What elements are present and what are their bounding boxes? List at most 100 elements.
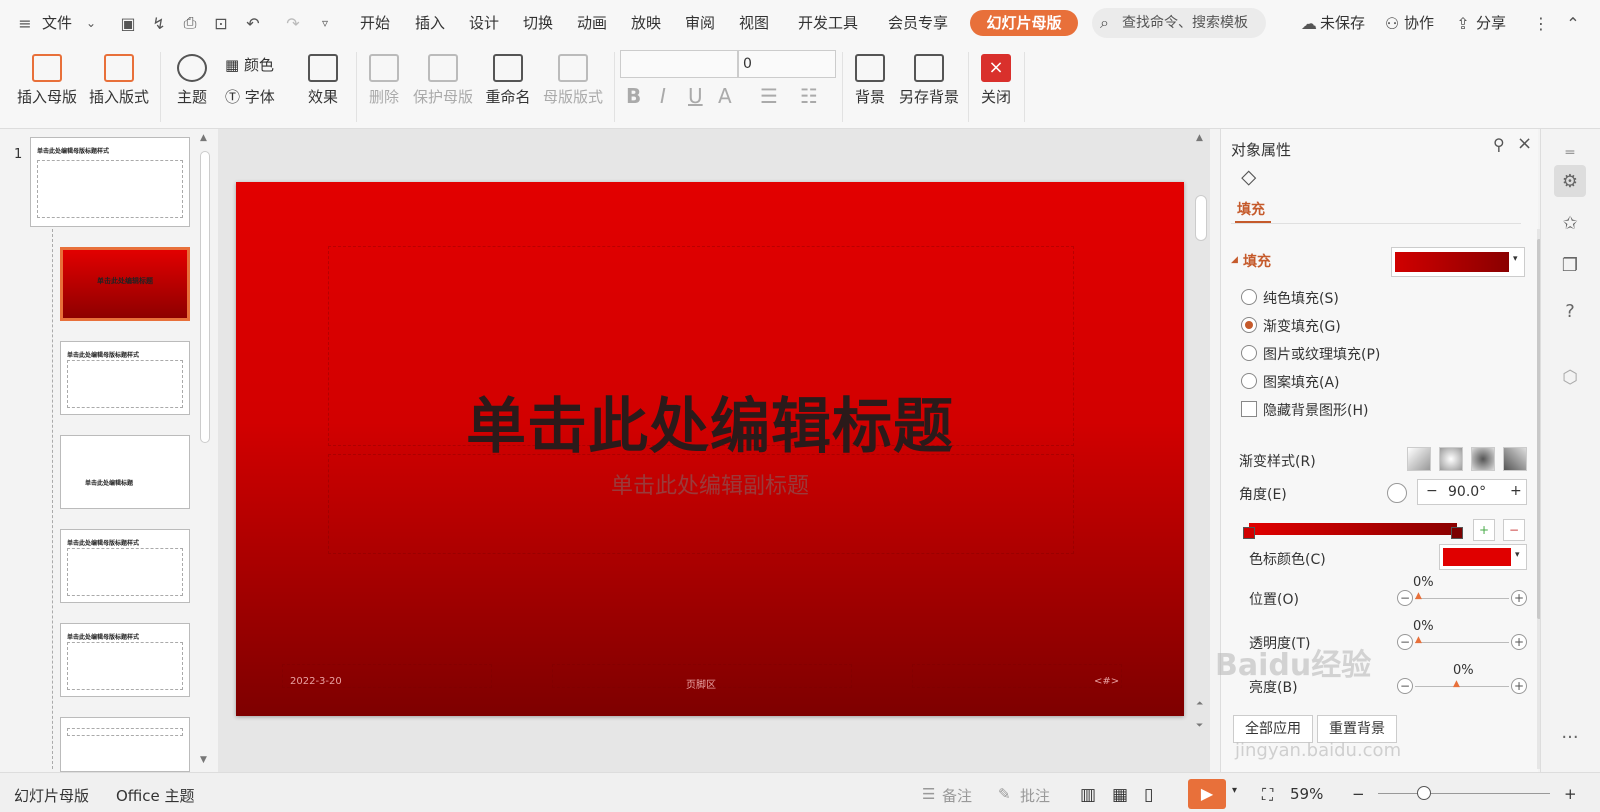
- rename-button[interactable]: 重命名: [482, 54, 534, 107]
- slide[interactable]: 单击此处编辑标题 单击此处编辑副标题 2022-3-20 页脚区 <#>: [236, 182, 1184, 716]
- layout-thumbnail[interactable]: [60, 717, 190, 772]
- collapse-icon[interactable]: ◢: [1231, 255, 1238, 265]
- number-placeholder[interactable]: [912, 664, 1122, 688]
- increment-icon[interactable]: +: [1510, 483, 1522, 499]
- underline-icon[interactable]: U: [688, 84, 703, 108]
- comments-button[interactable]: 批注: [1020, 785, 1050, 806]
- zoom-slider[interactable]: [1378, 793, 1550, 794]
- gradient-style-rect[interactable]: [1471, 447, 1495, 471]
- layout-thumbnail-selected[interactable]: 单击此处编辑标题: [60, 247, 190, 321]
- background-button[interactable]: 背景: [850, 54, 890, 107]
- share-button[interactable]: 分享: [1476, 12, 1506, 33]
- gradient-style-linear[interactable]: [1407, 447, 1431, 471]
- more-icon[interactable]: ⋮: [1530, 12, 1552, 34]
- transparency-slider-handle[interactable]: ▲: [1415, 635, 1422, 645]
- font-size-select[interactable]: 0: [738, 50, 836, 78]
- brightness-decrement[interactable]: −: [1397, 678, 1413, 694]
- scrollbar-thumb[interactable]: [200, 151, 210, 443]
- position-slider-handle[interactable]: ▲: [1415, 591, 1422, 601]
- help-icon[interactable]: ?: [1554, 295, 1586, 327]
- layout-thumbnail[interactable]: 单击此处编辑母版标题样式: [60, 341, 190, 415]
- pattern-fill-label[interactable]: 图案填充(A): [1263, 372, 1340, 392]
- box-icon[interactable]: ⬡: [1554, 361, 1586, 393]
- chevron-down-icon[interactable]: ⌄: [80, 12, 102, 34]
- print-icon[interactable]: ⎙: [179, 12, 201, 34]
- print-preview-icon[interactable]: ⊡: [210, 12, 232, 34]
- decrement-icon[interactable]: −: [1426, 483, 1438, 499]
- italic-icon[interactable]: I: [660, 84, 666, 108]
- notes-icon[interactable]: ☰: [922, 785, 935, 803]
- hamburger-icon[interactable]: ≡: [14, 12, 36, 34]
- slide-subtitle[interactable]: 单击此处编辑副标题: [236, 468, 1184, 500]
- brightness-slider-handle[interactable]: ▲: [1453, 679, 1460, 689]
- layout-thumbnail[interactable]: 单击此处编辑母版标题样式: [60, 623, 190, 697]
- animation-icon[interactable]: ✩: [1554, 207, 1586, 239]
- angle-value[interactable]: 90.0°: [1448, 484, 1486, 500]
- tab-member[interactable]: 会员专享: [888, 12, 948, 33]
- solid-fill-radio[interactable]: [1241, 289, 1257, 305]
- picture-fill-label[interactable]: 图片或纹理填充(P): [1263, 344, 1380, 364]
- zoom-in-icon[interactable]: +: [1564, 785, 1577, 803]
- remove-stop-icon[interactable]: −: [1503, 519, 1525, 541]
- canvas-scrollbar[interactable]: ▲ ⏶ ⏷: [1194, 133, 1208, 768]
- fonts-button[interactable]: Ⓣ 字体: [225, 86, 295, 107]
- play-options-icon[interactable]: ▾: [1232, 785, 1237, 796]
- font-color-icon[interactable]: A: [718, 84, 732, 108]
- scrollbar-thumb[interactable]: [1195, 195, 1207, 241]
- apply-all-button[interactable]: 全部应用: [1233, 715, 1313, 743]
- tab-fill[interactable]: 填充: [1237, 199, 1265, 219]
- reading-view-icon[interactable]: ▯: [1144, 785, 1153, 805]
- fit-window-icon[interactable]: ⛶: [1262, 785, 1273, 805]
- unsaved-status[interactable]: 未保存: [1320, 12, 1365, 33]
- pin-icon[interactable]: ⚲: [1493, 135, 1505, 154]
- normal-view-icon[interactable]: ▥: [1080, 785, 1096, 805]
- pattern-fill-radio[interactable]: [1241, 373, 1257, 389]
- tab-insert[interactable]: 插入: [415, 12, 445, 33]
- scroll-up-icon[interactable]: ▲: [1196, 133, 1203, 143]
- master-thumbnail[interactable]: 单击此处编辑母版标题样式: [30, 137, 190, 227]
- tab-review[interactable]: 审阅: [685, 12, 715, 33]
- gradient-bar[interactable]: [1249, 523, 1457, 535]
- angle-dial[interactable]: [1387, 483, 1407, 503]
- scroll-down-icon[interactable]: ▼: [200, 755, 207, 765]
- prev-slide-icon[interactable]: ⏶: [1196, 699, 1203, 709]
- position-decrement[interactable]: −: [1397, 590, 1413, 606]
- more-options-icon[interactable]: ···: [1554, 721, 1586, 753]
- transition-icon[interactable]: ❐: [1554, 249, 1586, 281]
- protect-master-button[interactable]: 保护母版: [410, 54, 476, 107]
- panel-title[interactable]: 对象属性: [1231, 139, 1291, 160]
- angle-stepper[interactable]: − 90.0° +: [1417, 479, 1527, 505]
- gradient-stop-start[interactable]: [1243, 527, 1255, 539]
- export-icon[interactable]: ↯: [148, 12, 170, 34]
- solid-fill-label[interactable]: 纯色填充(S): [1263, 288, 1339, 308]
- position-slider[interactable]: [1415, 598, 1509, 599]
- colors-button[interactable]: ▦ 颜色: [225, 54, 295, 75]
- layout-thumbnail[interactable]: 单击此处编辑母版标题样式: [60, 529, 190, 603]
- transparency-decrement[interactable]: −: [1397, 634, 1413, 650]
- transparency-increment[interactable]: +: [1511, 634, 1527, 650]
- file-menu[interactable]: 文件: [42, 12, 72, 33]
- bold-icon[interactable]: B: [626, 84, 641, 108]
- hide-background-checkbox[interactable]: [1241, 401, 1257, 417]
- stop-color-dropdown[interactable]: ▾: [1439, 544, 1527, 570]
- zoom-value[interactable]: 59%: [1290, 785, 1323, 803]
- delete-button[interactable]: 删除: [364, 54, 404, 107]
- add-stop-icon[interactable]: +: [1473, 519, 1495, 541]
- tab-design[interactable]: 设计: [469, 12, 499, 33]
- fill-bucket-icon[interactable]: ⬦: [1241, 165, 1256, 190]
- sorter-view-icon[interactable]: ▦: [1112, 785, 1128, 805]
- next-slide-icon[interactable]: ⏷: [1196, 721, 1203, 731]
- gradient-style-radial[interactable]: [1439, 447, 1463, 471]
- reset-background-button[interactable]: 重置背景: [1317, 715, 1397, 743]
- tab-view[interactable]: 视图: [739, 12, 769, 33]
- font-name-select[interactable]: [620, 50, 738, 78]
- gradient-style-path[interactable]: [1503, 447, 1527, 471]
- save-background-button[interactable]: 另存背景: [896, 54, 962, 107]
- position-increment[interactable]: +: [1511, 590, 1527, 606]
- fill-color-dropdown[interactable]: ▾: [1391, 247, 1525, 277]
- theme-button[interactable]: 主题: [170, 54, 214, 107]
- tab-start[interactable]: 开始: [360, 12, 390, 33]
- effects-button[interactable]: 效果: [300, 54, 346, 107]
- close-master-button[interactable]: × 关闭: [978, 54, 1014, 107]
- play-slideshow-button[interactable]: ▶: [1188, 779, 1226, 809]
